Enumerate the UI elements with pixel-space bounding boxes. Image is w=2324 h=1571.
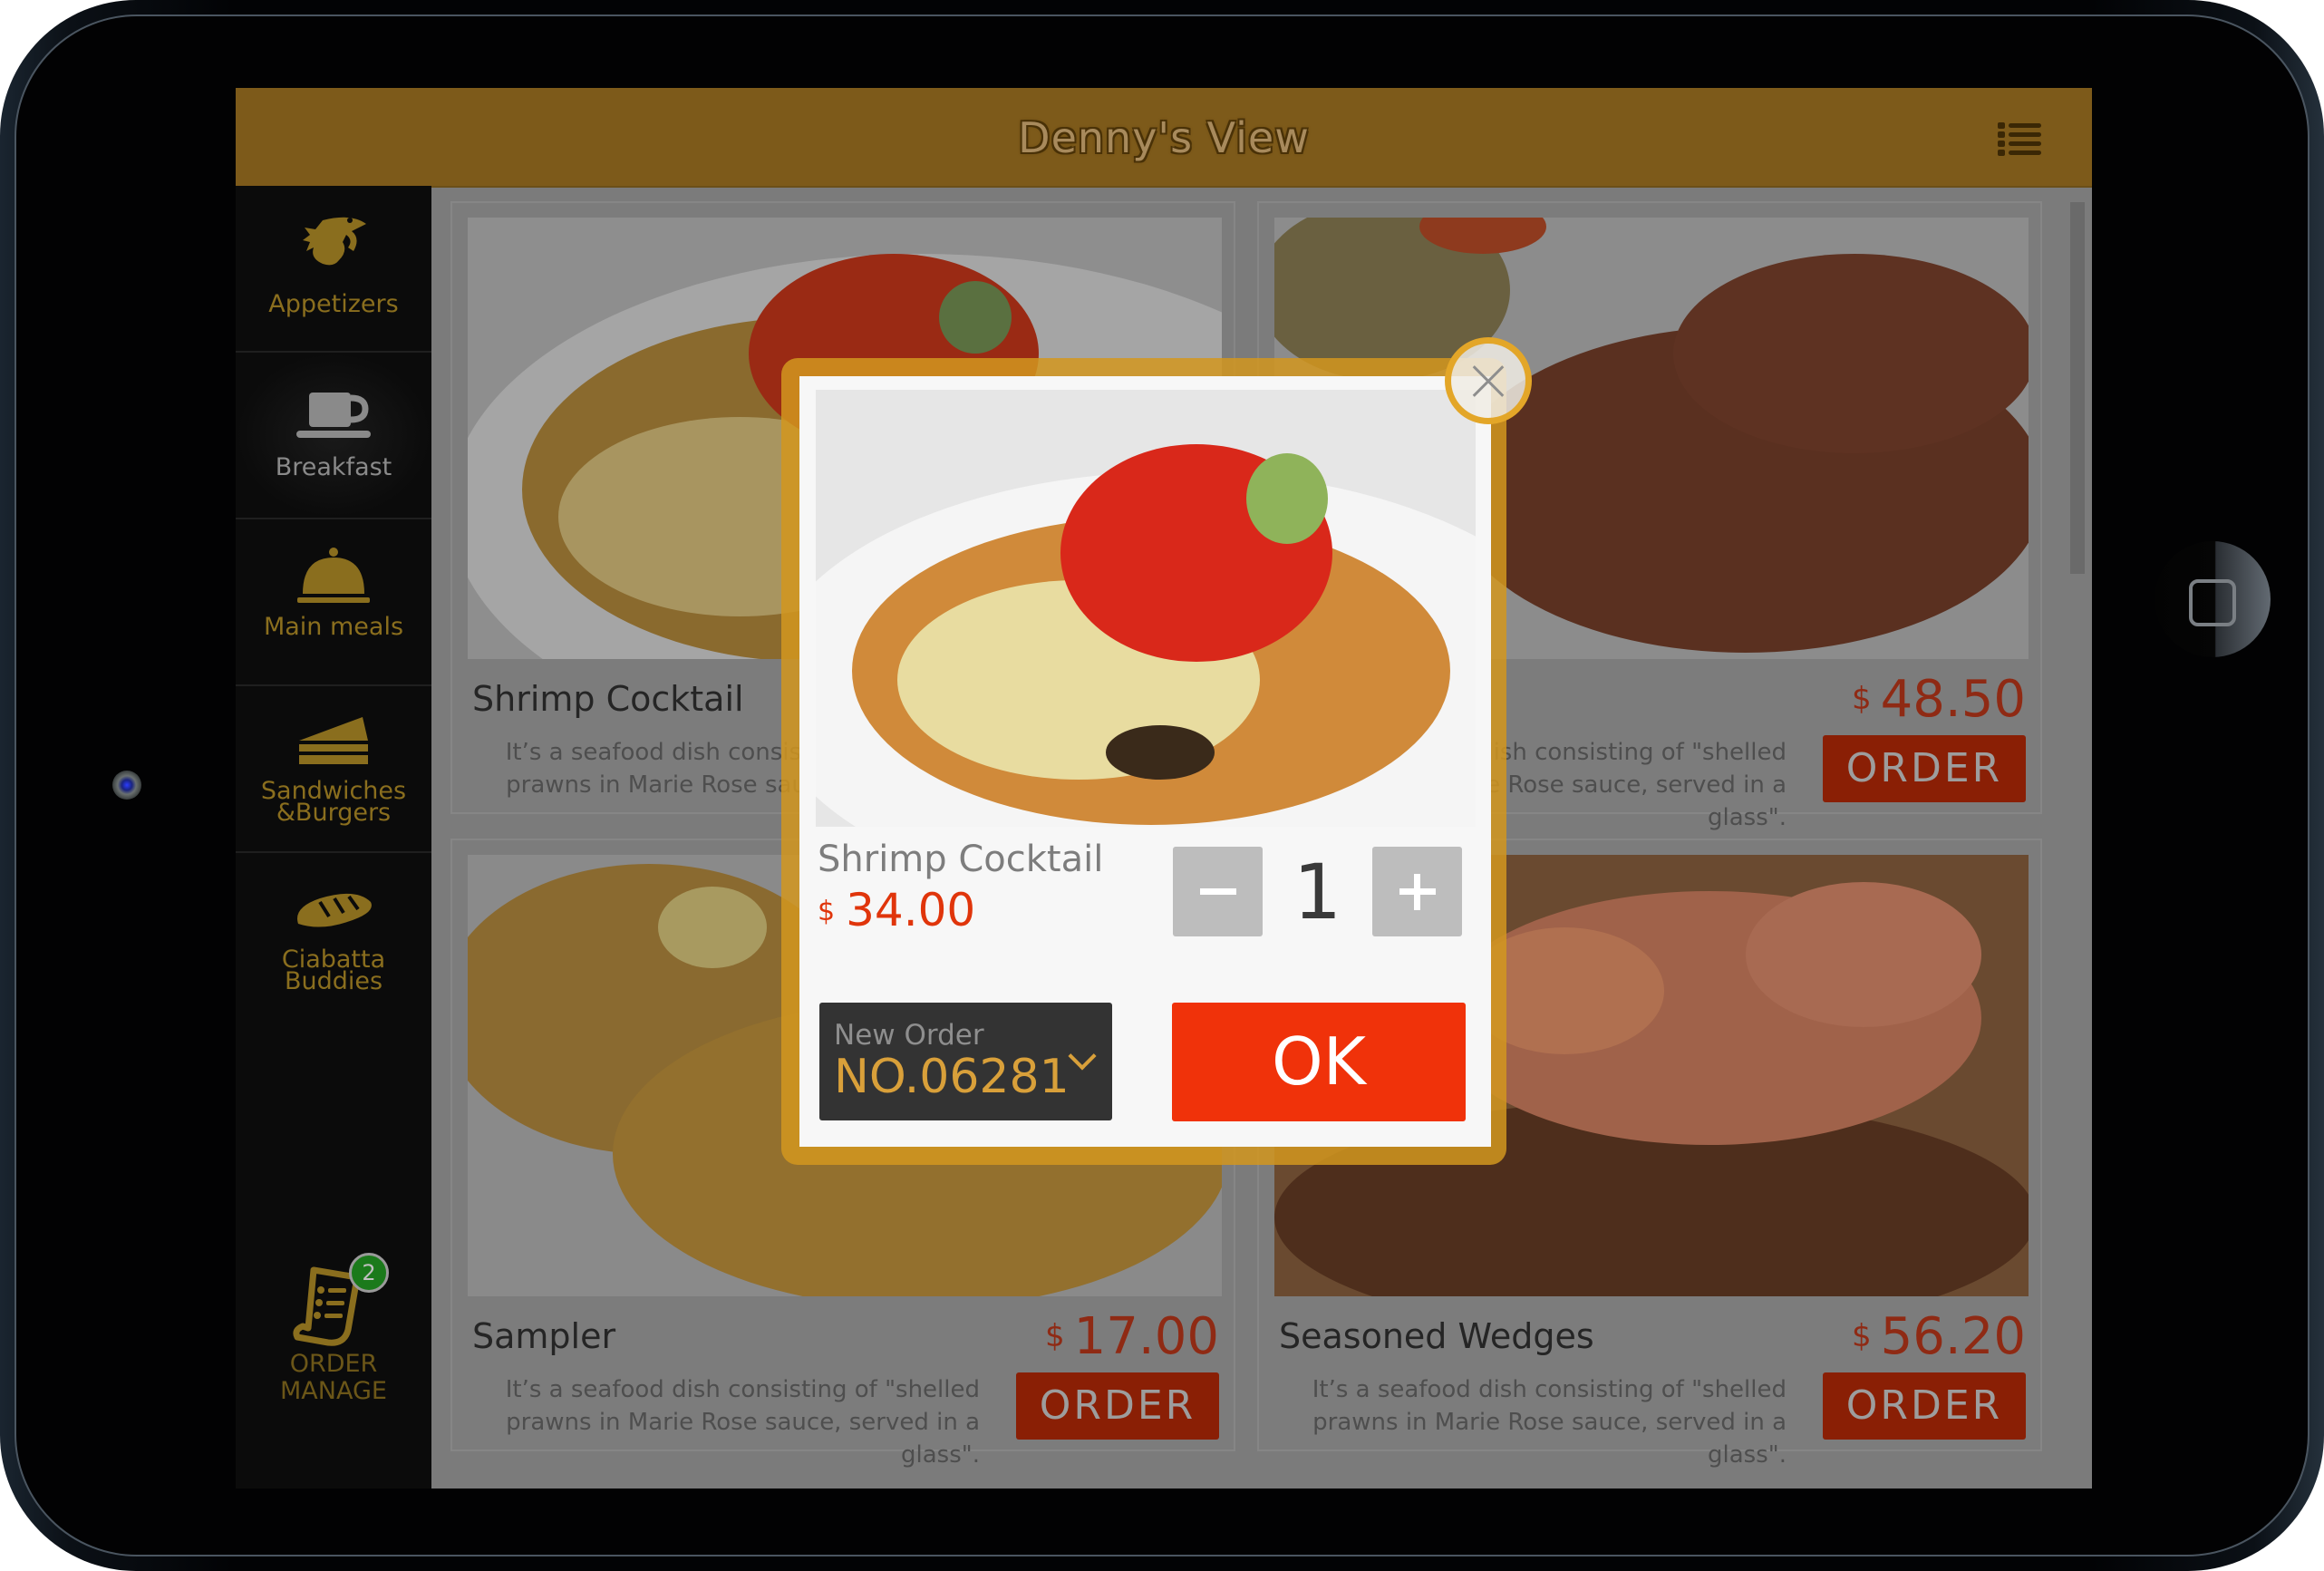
order-select-label: New Order	[834, 1019, 984, 1052]
sidebar-label: Sandwiches &Burgers	[260, 777, 407, 827]
order-button[interactable]: ORDER	[1823, 735, 2026, 802]
order-count-badge: 2	[349, 1253, 389, 1293]
list-menu-icon[interactable]	[1998, 122, 2041, 156]
dish-description: It’s a seafood dish consisting of "shell…	[505, 1376, 980, 1469]
order-select-value: NO.06281	[834, 1050, 1070, 1104]
sidebar-item-sandwiches[interactable]: Sandwiches &Burgers	[236, 686, 431, 853]
sidebar-item-ciabatta[interactable]: Ciabatta Buddies	[236, 853, 431, 1018]
order-manage-label: ORDER MANAGE	[280, 1350, 387, 1405]
add-item-dialog: Shrimp Cocktail $34.00 1 New Order NO.06…	[799, 376, 1491, 1147]
shrimp-icon	[303, 217, 366, 266]
bread-icon	[297, 893, 372, 927]
sidebar-label: Breakfast	[275, 453, 392, 481]
tablet-frame: Denny's View Appetizers Breakfast Main m…	[0, 0, 2324, 1571]
dish-price: $17.00	[1045, 1307, 1219, 1366]
scrollbar-thumb[interactable]	[2070, 202, 2085, 574]
decrement-quantity-button[interactable]	[1173, 847, 1263, 936]
dish-price: $56.20	[1852, 1307, 2026, 1366]
order-button[interactable]: ORDER	[1016, 1372, 1219, 1440]
coffee-cup-icon	[296, 393, 371, 438]
order-button[interactable]: ORDER	[1823, 1372, 2026, 1440]
close-icon[interactable]	[1445, 337, 1532, 424]
sidebar-label: Appetizers	[268, 290, 399, 318]
dish-description: It’s a seafood dish consisting of "shell…	[1312, 1376, 1787, 1469]
ok-button[interactable]: OK	[1172, 1003, 1466, 1121]
dish-image-nachos-large	[816, 390, 1476, 827]
sidebar-label: Ciabatta Buddies	[281, 946, 386, 995]
sandwich-icon	[299, 717, 368, 764]
cloche-icon	[297, 548, 370, 603]
home-square-icon	[2189, 579, 2236, 626]
category-sidebar: Appetizers Breakfast Main meals Sandwich…	[236, 186, 431, 1489]
front-camera	[112, 771, 141, 800]
sidebar-item-breakfast[interactable]: Breakfast	[236, 353, 431, 519]
increment-quantity-button[interactable]	[1372, 847, 1462, 936]
dish-title: Seasoned Wedges	[1279, 1316, 1594, 1356]
order-number-select[interactable]: New Order NO.06281	[819, 1003, 1112, 1120]
home-button[interactable]	[2155, 541, 2271, 657]
dish-title: Sampler	[472, 1316, 616, 1356]
sidebar-item-appetizers[interactable]: Appetizers	[236, 186, 431, 353]
dish-title: Shrimp Cocktail	[472, 679, 744, 719]
app-header: Denny's View	[236, 88, 2092, 188]
chevron-down-icon	[1068, 1042, 1097, 1071]
app-title: Denny's View	[1018, 113, 1310, 162]
sidebar-item-main-meals[interactable]: Main meals	[236, 519, 431, 686]
modal-item-name: Shrimp Cocktail	[818, 839, 1104, 880]
modal-item-price: $34.00	[818, 884, 976, 936]
order-manage-button[interactable]: 2 ORDER MANAGE	[236, 1226, 431, 1489]
dish-price: $48.50	[1852, 670, 2026, 729]
quantity-value: 1	[1293, 848, 1342, 936]
sidebar-label: Main meals	[263, 613, 404, 641]
